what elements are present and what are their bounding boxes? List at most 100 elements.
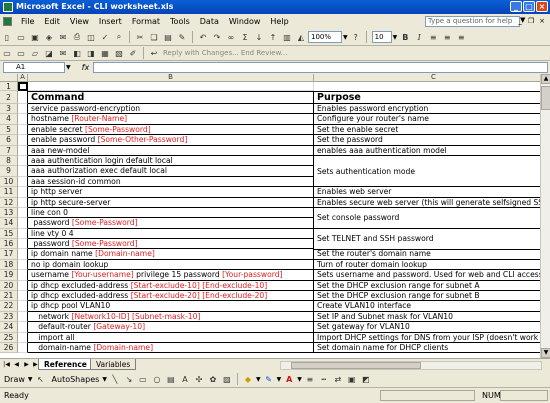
command-cell[interactable]: hostname [Router-Name] [28, 114, 314, 125]
bold-button[interactable]: B [399, 31, 411, 43]
row-header[interactable]: 3 [0, 104, 18, 115]
merged-purpose-aaa[interactable]: Sets authentication mode [314, 156, 550, 188]
diagram-icon[interactable]: ✣ [193, 373, 205, 385]
fill-color-icon[interactable]: ◆ [242, 373, 254, 385]
row-header[interactable]: 24 [0, 322, 18, 333]
doc-minimize-button[interactable]: _ [515, 17, 525, 26]
row-header[interactable]: 15 [0, 228, 18, 240]
drawing-icon[interactable]: ◭ [295, 31, 307, 43]
purpose-cell[interactable]: Configure your router's name [314, 114, 550, 125]
cell-c[interactable] [314, 82, 550, 91]
folder-icon[interactable]: ▭ [1, 47, 13, 59]
3d-icon[interactable]: ◩ [360, 373, 372, 385]
purpose-cell[interactable]: Set the DHCP exclusion range for subnet … [314, 291, 550, 302]
line-style-icon[interactable]: ≡ [304, 373, 316, 385]
cell-a[interactable] [18, 114, 28, 125]
font-size-select[interactable]: 10 [371, 31, 392, 43]
line-color-icon[interactable]: ✎ [263, 373, 275, 385]
menu-help[interactable]: Help [265, 14, 293, 29]
prev-sheet-icon[interactable]: ◀ [12, 360, 21, 370]
command-cell[interactable]: enable password [Some-Other-Password] [28, 135, 314, 146]
tab-reference[interactable]: Reference [38, 359, 93, 370]
next-comment-icon[interactable]: ◨ [85, 47, 97, 59]
scroll-down-icon[interactable]: ▼ [541, 348, 550, 358]
previous-comment-icon[interactable]: ◧ [71, 47, 83, 59]
command-cell[interactable]: username [Your-username] privilege 15 pa… [28, 270, 314, 281]
row-header[interactable]: 9 [0, 166, 18, 177]
row-header[interactable]: 10 [0, 176, 18, 188]
purpose-cell[interactable]: enables aaa authentication model [314, 146, 550, 156]
command-cell[interactable]: ip dhcp pool VLAN10 [28, 301, 314, 312]
help-icon[interactable]: ? [350, 31, 362, 43]
menu-format[interactable]: Format [127, 14, 165, 29]
cell-a[interactable] [18, 322, 28, 333]
row-header[interactable]: 20 [0, 280, 18, 292]
save-icon[interactable]: ▣ [29, 31, 41, 43]
line-icon[interactable]: ╲ [109, 373, 121, 385]
command-cell[interactable]: ip dhcp excluded-address [Start-exclude-… [28, 280, 314, 292]
italic-button[interactable]: I [413, 31, 425, 43]
purpose-cell[interactable]: Enables web server [314, 187, 550, 198]
merged-purpose-console[interactable]: Set console password [314, 208, 550, 229]
arrow-icon[interactable]: ↘ [123, 373, 135, 385]
minimize-button[interactable]: _ [510, 1, 522, 12]
command-cell[interactable]: aaa new-model [28, 145, 314, 156]
new-icon[interactable]: ▯ [1, 31, 13, 43]
chevron-down-icon[interactable]: ▼ [66, 64, 71, 71]
end-review-button[interactable]: End Review... [241, 49, 288, 57]
row-header[interactable]: 17 [0, 249, 18, 260]
paste-icon[interactable]: ▤ [162, 31, 174, 43]
chevron-down-icon[interactable]: ▼ [28, 376, 33, 383]
command-cell[interactable]: password [Some-Password] [28, 218, 314, 229]
command-cell[interactable]: ip domain name [Domain-name] [28, 249, 314, 260]
spelling-icon[interactable]: ✓ [99, 31, 111, 43]
row-header[interactable]: 19 [0, 270, 18, 281]
scroll-thumb[interactable] [541, 86, 550, 110]
align-left-icon[interactable]: ≡ [427, 31, 439, 43]
row-header[interactable]: 25 [0, 332, 18, 343]
name-box[interactable]: A1 [3, 62, 65, 73]
cell-a[interactable] [18, 176, 28, 188]
dash-style-icon[interactable]: ┅ [318, 373, 330, 385]
command-cell[interactable]: aaa session-id common [28, 176, 314, 188]
row-header[interactable]: 6 [0, 135, 18, 146]
column-title-purpose[interactable]: Purpose [314, 91, 550, 104]
menu-tools[interactable]: Tools [165, 14, 195, 29]
chart-wizard-icon[interactable]: ▥ [281, 31, 293, 43]
purpose-cell[interactable]: Turn of router domain lookup [314, 260, 550, 271]
horizontal-scrollbar[interactable] [280, 361, 542, 370]
shadow-icon[interactable]: ▣ [346, 373, 358, 385]
row-header[interactable]: 26 [0, 342, 18, 354]
cell-a[interactable] [18, 197, 28, 208]
purpose-cell[interactable]: Set the enable secret [314, 125, 550, 136]
permission-icon[interactable]: ◈ [43, 31, 55, 43]
command-cell[interactable]: aaa authorization exec default local [28, 166, 314, 177]
row-header[interactable]: 11 [0, 187, 18, 198]
function-icon[interactable]: fx [82, 63, 90, 72]
row-header[interactable]: 14 [0, 218, 18, 229]
zoom-select[interactable]: 100% [308, 31, 342, 43]
align-right-icon[interactable]: ≡ [455, 31, 467, 43]
comment-icon[interactable]: ▱ [29, 47, 41, 59]
sort-desc-icon[interactable]: ↑ [267, 31, 279, 43]
cell-a[interactable] [18, 104, 28, 115]
purpose-cell[interactable]: Create VLAN10 interface [314, 301, 550, 312]
merged-purpose-telnet[interactable]: Set TELNET and SSH password [314, 228, 550, 250]
row-header[interactable]: 2 [0, 91, 18, 104]
purpose-cell[interactable]: Enables secure web server (this will gen… [314, 198, 550, 208]
textbox-icon[interactable]: ▤ [165, 373, 177, 385]
column-header-c[interactable]: C [314, 74, 550, 82]
row-header[interactable]: 5 [0, 124, 18, 136]
copy-icon[interactable]: ❏ [148, 31, 160, 43]
row-header[interactable]: 13 [0, 207, 18, 219]
hyperlink-icon[interactable]: ∞ [225, 31, 237, 43]
row-header[interactable]: 21 [0, 291, 18, 302]
worksheet-grid[interactable]: A B C 1 2 Command Purpose 3 service passw… [0, 74, 550, 358]
cell-a[interactable] [18, 124, 28, 136]
purpose-cell[interactable]: Enables password encryption [314, 104, 550, 115]
command-cell[interactable]: default-router [Gateway-10] [28, 322, 314, 333]
command-cell[interactable]: password [Some-Password] [28, 239, 314, 250]
cell-a[interactable] [18, 166, 28, 177]
cell-a[interactable] [18, 91, 28, 104]
cell-a[interactable] [18, 145, 28, 156]
